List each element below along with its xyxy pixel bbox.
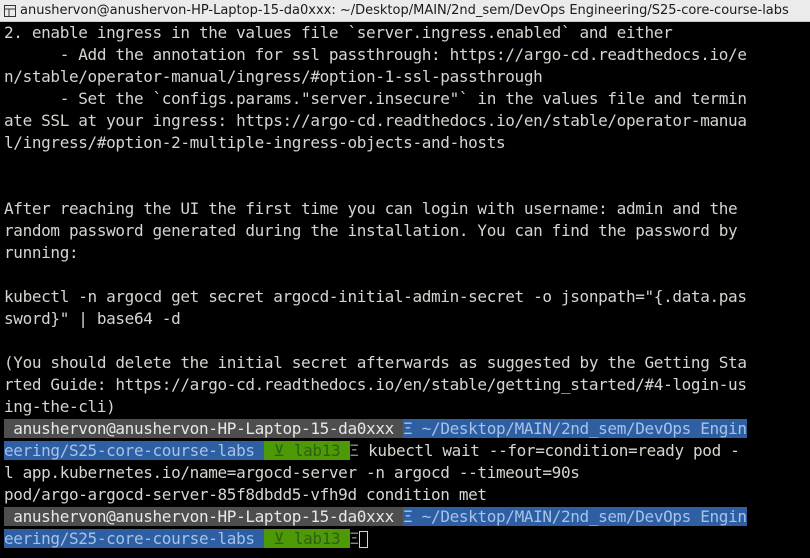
prompt-user-segment: anushervon@anushervon-HP-Laptop-15-da0xx… bbox=[4, 419, 404, 438]
prompt-path-segment: eering/S25-core-course-labs bbox=[4, 529, 264, 548]
prompt-path-segment: eering/S25-core-course-labs bbox=[4, 441, 264, 460]
command-line: l app.kubernetes.io/name=argocd-server -… bbox=[4, 463, 580, 482]
output-line: ing-the-cli) bbox=[4, 397, 116, 416]
terminal-area[interactable]: 2. enable ingress in the values file `se… bbox=[4, 22, 810, 558]
prompt-end-separator: Ξ bbox=[349, 441, 360, 460]
prompt-line: anushervon@anushervon-HP-Laptop-15-da0xx… bbox=[4, 506, 810, 528]
output-line: running: bbox=[4, 243, 79, 262]
output-line: - Add the annotation for ssl passthrough… bbox=[4, 45, 747, 64]
output-line: (You should delete the initial secret af… bbox=[4, 353, 747, 372]
prompt-end-separator: Ξ bbox=[349, 529, 360, 548]
prompt-path-segment: ~/Desktop/MAIN/2nd_sem/DevOps Engin bbox=[412, 419, 747, 438]
output-line: n/stable/operator-manual/ingress/#option… bbox=[4, 67, 543, 86]
output-line: kubectl -n argocd get secret argocd-init… bbox=[4, 287, 747, 306]
output-line: ate SSL at your ingress: https://argo-cd… bbox=[4, 111, 747, 130]
prompt-line: anushervon@anushervon-HP-Laptop-15-da0xx… bbox=[4, 418, 810, 440]
window-titlebar[interactable]: anushervon@anushervon-HP-Laptop-15-da0xx… bbox=[0, 0, 810, 22]
prompt-line: eering/S25-core-course-labs ⊻ lab13 Ξ ku… bbox=[4, 440, 810, 462]
command-output: pod/argo-argocd-server-85f8dbdd5-vfh9d c… bbox=[4, 485, 487, 504]
prompt-line[interactable]: eering/S25-core-course-labs ⊻ lab13 Ξ bbox=[4, 528, 810, 550]
command-text: kubectl wait --for=condition=ready pod - bbox=[358, 441, 740, 460]
output-line: l/ingress/#option-2-multiple-ingress-obj… bbox=[4, 133, 506, 152]
prompt-git-branch: ⊻ lab13 bbox=[263, 529, 350, 548]
prompt-user-segment: anushervon@anushervon-HP-Laptop-15-da0xx… bbox=[4, 507, 404, 526]
prompt-git-branch: ⊻ lab13 bbox=[263, 441, 350, 460]
terminal-icon bbox=[0, 0, 20, 21]
terminal-cursor[interactable] bbox=[358, 531, 368, 548]
output-line: random password generated during the ins… bbox=[4, 221, 738, 240]
output-line: rted Guide: https://argo-cd.readthedocs.… bbox=[4, 375, 747, 394]
output-line: 2. enable ingress in the values file `se… bbox=[4, 23, 673, 42]
output-line: - Set the `configs.params."server.insecu… bbox=[4, 89, 747, 108]
output-line: sword}" | base64 -d bbox=[4, 309, 181, 328]
output-line: After reaching the UI the first time you… bbox=[4, 199, 738, 218]
prompt-path-segment: ~/Desktop/MAIN/2nd_sem/DevOps Engin bbox=[412, 507, 747, 526]
window-title: anushervon@anushervon-HP-Laptop-15-da0xx… bbox=[20, 2, 789, 18]
